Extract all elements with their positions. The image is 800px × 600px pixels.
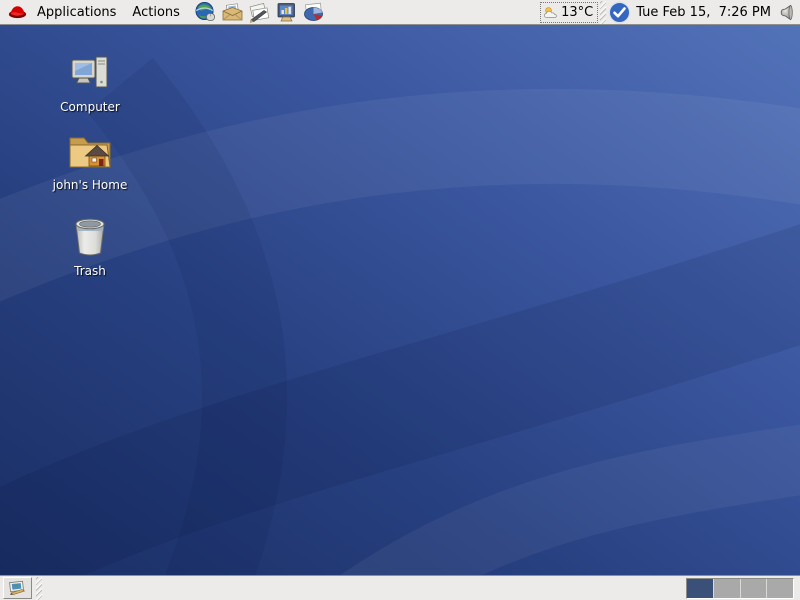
update-notifier[interactable]	[608, 1, 631, 24]
calc-launcher[interactable]	[302, 0, 326, 24]
home-folder-icon	[67, 131, 113, 177]
writer-icon	[248, 1, 271, 24]
desktop[interactable]: Computer john's Home	[0, 25, 800, 575]
desktop-icon-trash[interactable]: Trash	[42, 215, 138, 278]
taskbar-drag-handle[interactable]	[36, 577, 42, 600]
desktop-icon-label: Trash	[42, 264, 138, 278]
calc-icon	[302, 1, 325, 24]
impress-icon	[275, 1, 298, 24]
clock-applet[interactable]: Tue Feb 15, 7:26 PM	[631, 5, 777, 20]
impress-launcher[interactable]	[275, 0, 299, 24]
desktop-icon-label: Computer	[42, 100, 138, 114]
workspace-cell[interactable]	[687, 579, 714, 598]
menu-actions[interactable]: Actions	[124, 0, 188, 25]
top-panel-right: 13°C Tue Feb 15, 7:26 PM	[540, 1, 796, 24]
trash-icon	[70, 215, 110, 263]
update-check-icon	[608, 1, 631, 24]
email-icon	[221, 1, 244, 24]
web-browser-launcher[interactable]	[194, 0, 218, 24]
workspace-cell[interactable]	[767, 579, 793, 598]
show-desktop-icon	[8, 579, 28, 597]
cloud-icon	[543, 5, 560, 20]
workspace-cell[interactable]	[714, 579, 741, 598]
workspace-cell[interactable]	[741, 579, 768, 598]
desktop-icon-home[interactable]: john's Home	[42, 131, 138, 192]
bottom-panel	[0, 575, 800, 600]
launcher-bar	[194, 0, 326, 24]
applet-drag-handle[interactable]	[600, 1, 606, 24]
workspace-switcher	[686, 578, 794, 599]
weather-temperature: 13°C	[561, 5, 593, 20]
top-panel: Applications Actions	[0, 0, 800, 25]
show-desktop-button[interactable]	[3, 577, 32, 599]
web-browser-icon	[194, 1, 217, 24]
redhat-menu-icon[interactable]	[8, 4, 27, 20]
weather-applet[interactable]: 13°C	[540, 2, 598, 23]
email-launcher[interactable]	[221, 0, 245, 24]
desktop-icon-computer[interactable]: Computer	[42, 53, 138, 114]
menu-applications[interactable]: Applications	[29, 0, 124, 25]
desktop-icon-label: john's Home	[42, 178, 138, 192]
computer-icon	[69, 53, 111, 99]
speaker-icon	[777, 3, 796, 22]
volume-applet[interactable]	[777, 3, 796, 22]
writer-launcher[interactable]	[248, 0, 272, 24]
